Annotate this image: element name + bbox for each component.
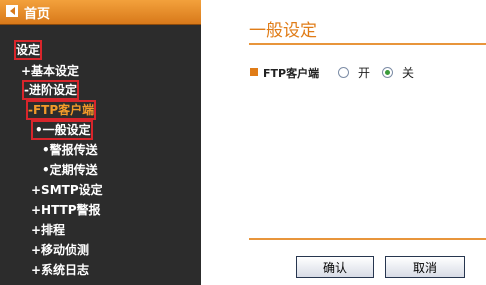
nav-scheduled-transfer[interactable]: •定期传送: [42, 162, 98, 178]
home-label: 首页: [24, 7, 51, 22]
home-link[interactable]: 首页: [0, 0, 201, 25]
nav-basic-settings[interactable]: +基本设定: [21, 63, 79, 79]
title-divider: [249, 43, 486, 45]
nav-general-settings-label: 一般设定: [42, 123, 91, 137]
ftp-on-label: 开: [358, 66, 371, 80]
nav-alarm-transfer-label: 警报传送: [49, 143, 98, 157]
nav-ftp-client[interactable]: -FTP客户端: [25, 100, 97, 120]
nav-advanced-settings[interactable]: -进阶设定: [22, 80, 79, 100]
cancel-button[interactable]: 取消: [385, 256, 465, 278]
nav-alarm-transfer[interactable]: •警报传送: [42, 142, 98, 158]
bullet-icon: •: [35, 123, 43, 137]
nav-motion-detection[interactable]: +移动侦测: [31, 242, 89, 258]
nav-settings[interactable]: 设定: [13, 40, 43, 60]
nav-general-settings[interactable]: •一般设定: [31, 120, 93, 140]
nav-system-log[interactable]: +系统日志: [31, 262, 89, 278]
back-arrow-icon: [6, 5, 18, 17]
ftp-client-label: FTP客户端: [263, 67, 320, 80]
nav-smtp-settings[interactable]: +SMTP设定: [31, 182, 103, 198]
ftp-off-radio[interactable]: [382, 67, 393, 78]
bullet-icon: •: [42, 163, 50, 177]
sidebar: 首页 设定 +基本设定 -进阶设定 -FTP客户端 •一般设定 •警报传送 •定…: [0, 0, 201, 285]
nav-http-alarm[interactable]: +HTTP警报: [31, 202, 101, 218]
ftp-off-label: 关: [402, 66, 415, 80]
confirm-button[interactable]: 确认: [296, 256, 374, 278]
nav-schedule[interactable]: +排程: [31, 222, 65, 238]
footer-divider: [249, 238, 486, 240]
ftp-on-radio[interactable]: [338, 67, 349, 78]
section-bullet-icon: [250, 68, 258, 76]
page-title: 一般设定: [249, 21, 317, 41]
bullet-icon: •: [42, 143, 50, 157]
nav-scheduled-transfer-label: 定期传送: [49, 163, 98, 177]
